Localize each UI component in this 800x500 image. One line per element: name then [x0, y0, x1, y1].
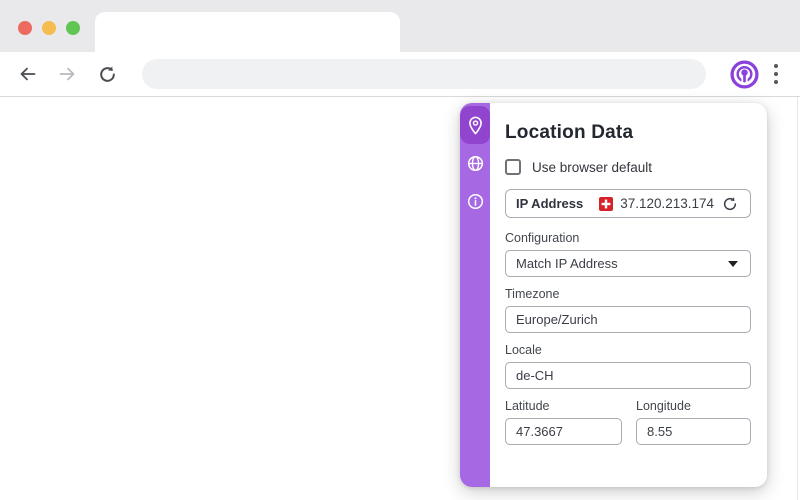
browser-menu-button[interactable] — [766, 58, 786, 90]
popup-title: Location Data — [505, 122, 634, 143]
timezone-label: Timezone — [505, 287, 560, 301]
coordinates-row: Latitude Longitude — [505, 389, 751, 445]
chevron-down-icon — [728, 260, 738, 267]
refresh-ip-button[interactable] — [720, 194, 740, 214]
use-browser-default-row: Use browser default — [505, 159, 751, 175]
latitude-input[interactable] — [505, 418, 622, 445]
longitude-label: Longitude — [636, 399, 691, 413]
globe-icon — [467, 155, 484, 172]
longitude-input[interactable] — [636, 418, 751, 445]
configuration-selected-value: Match IP Address — [516, 256, 618, 271]
sidebar-item-location[interactable] — [460, 106, 490, 144]
close-window-button[interactable] — [18, 21, 32, 35]
minimize-window-button[interactable] — [42, 21, 56, 35]
info-icon — [467, 193, 484, 210]
kebab-dot — [774, 72, 778, 76]
privacy-extension-icon — [729, 59, 760, 90]
configuration-label: Configuration — [505, 231, 580, 245]
kebab-dot — [774, 80, 778, 84]
ip-address-value: 37.120.213.174 — [620, 196, 715, 211]
popup-content: Location Data Use browser default IP Add… — [490, 103, 767, 487]
forward-button[interactable] — [54, 61, 80, 87]
use-browser-default-checkbox[interactable] — [505, 159, 521, 175]
ip-address-row: IP Address 37.120.213.174 — [505, 189, 751, 218]
reload-icon — [98, 65, 117, 84]
address-bar[interactable] — [142, 59, 706, 89]
tab-strip — [0, 0, 800, 52]
switzerland-flag-icon — [599, 196, 614, 211]
browser-toolbar — [0, 52, 800, 97]
sidebar-item-info[interactable] — [460, 182, 490, 220]
reload-button[interactable] — [94, 61, 120, 87]
use-browser-default-label: Use browser default — [532, 159, 653, 175]
popup-sidebar — [460, 103, 490, 487]
latitude-label: Latitude — [505, 399, 550, 413]
latitude-field: Latitude — [505, 389, 622, 445]
window-controls — [18, 21, 80, 35]
sidebar-item-globe[interactable] — [460, 144, 490, 182]
location-pin-icon — [467, 116, 484, 135]
scrollbar-track — [797, 97, 798, 500]
page-content: Location Data Use browser default IP Add… — [0, 97, 800, 500]
forward-arrow-icon — [58, 65, 77, 83]
configuration-select[interactable]: Match IP Address — [505, 250, 751, 277]
back-button[interactable] — [14, 61, 40, 87]
privacy-extension-button[interactable] — [728, 58, 760, 90]
maximize-window-button[interactable] — [66, 21, 80, 35]
refresh-icon — [722, 196, 738, 212]
ip-address-label: IP Address — [516, 196, 584, 211]
timezone-input[interactable] — [505, 306, 751, 333]
extension-popup: Location Data Use browser default IP Add… — [460, 103, 767, 487]
kebab-dot — [774, 64, 778, 68]
locale-label: Locale — [505, 343, 542, 357]
back-arrow-icon — [18, 65, 37, 83]
browser-tab[interactable] — [95, 12, 400, 52]
longitude-field: Longitude — [636, 389, 751, 445]
locale-input[interactable] — [505, 362, 751, 389]
